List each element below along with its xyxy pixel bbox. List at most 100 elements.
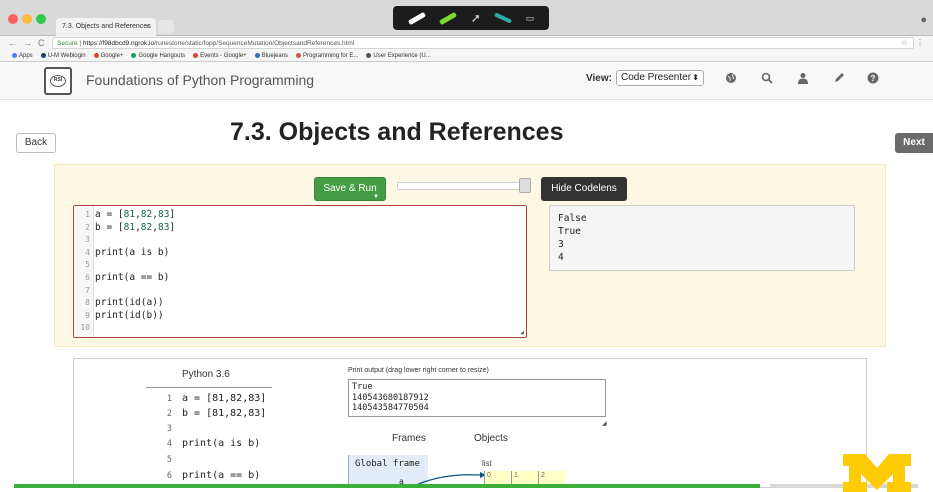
tab-close-icon[interactable]: ×: [145, 18, 150, 36]
pen-green-icon[interactable]: [439, 11, 458, 25]
code-text: b = [81,82,83]: [182, 408, 267, 419]
resize-handle-icon[interactable]: ◢: [520, 329, 524, 336]
bookmark-item[interactable]: Events - Google+: [193, 50, 247, 61]
line-number: 4: [85, 247, 90, 257]
url-path: /runestone/static/fopp/SequenceMutation/…: [154, 40, 355, 47]
page-title: 7.3. Objects and References: [230, 118, 564, 146]
print-output-box[interactable]: True 140543680187912 140543584770504: [348, 379, 606, 417]
bookmark-item[interactable]: Bluejeans: [254, 50, 289, 61]
code-line: 10: [74, 322, 95, 335]
objects-heading: Objects: [474, 433, 508, 444]
profile-icon[interactable]: ●: [920, 14, 927, 26]
pointer-icon[interactable]: ➚: [471, 11, 481, 25]
code-text: print(id(a)): [95, 297, 164, 309]
umich-block-m-logo: [843, 454, 911, 492]
frames-heading: Frames: [392, 433, 426, 444]
code-line: 5: [74, 259, 95, 272]
browser-nav-icons[interactable]: ←→C: [8, 36, 51, 50]
bookmark-icon: [93, 52, 99, 58]
url-host: https://f98dbcd9.ngrok.io: [82, 40, 155, 47]
next-button[interactable]: Next: [895, 133, 933, 153]
help-icon[interactable]: ?: [866, 72, 880, 86]
viz-code-line: 2 b = [81,82,83]: [160, 406, 266, 422]
new-tab-button[interactable]: [158, 20, 174, 34]
bookmark-label: Programming for E...: [303, 53, 359, 59]
bookmark-icon: [12, 52, 17, 58]
secure-label: Secure: [57, 40, 78, 47]
object-type-label: list: [482, 459, 492, 468]
pencil-icon[interactable]: [832, 72, 846, 86]
maximize-window-icon[interactable]: [36, 14, 46, 24]
bookmark-label: U-M Weblogin: [47, 53, 86, 59]
view-label: View:: [586, 73, 612, 84]
line-number: 1: [85, 210, 90, 219]
bookmark-label: User Experience (U...: [373, 53, 431, 59]
bookmark-item[interactable]: User Experience (U...: [366, 50, 431, 61]
bookmark-icon: [254, 52, 260, 58]
code-text: print(id(b)): [95, 309, 164, 321]
bookmark-icon: [131, 52, 137, 58]
code-line: 4 print(a is b): [74, 247, 169, 260]
code-text: print(a == b): [182, 470, 261, 481]
viz-code-line: 3: [160, 421, 182, 437]
line-number: 1: [166, 394, 172, 404]
global-frame-label: Global frame: [355, 459, 421, 469]
code-line: 6 print(a == b): [74, 272, 169, 285]
line-number: 10: [80, 323, 90, 333]
code-line: 1 a = [81,82,83]: [74, 209, 175, 222]
eraser-icon[interactable]: ▭: [526, 13, 535, 24]
video-progress-bar[interactable]: [14, 484, 760, 488]
code-line: 9 print(id(b)): [74, 309, 164, 323]
browser-tab[interactable]: 7.3. Objects and References ×: [56, 18, 156, 36]
hide-codelens-button[interactable]: Hide Codelens: [541, 177, 627, 201]
close-window-icon[interactable]: [8, 14, 18, 24]
highlighter-icon[interactable]: [494, 12, 513, 24]
divider: [146, 387, 272, 388]
search-icon[interactable]: [760, 72, 774, 86]
view-select[interactable]: Code Presenter ⬍: [616, 70, 704, 86]
pen-white-icon[interactable]: [407, 11, 426, 25]
runestone-logo[interactable]: RSI: [44, 67, 72, 95]
code-text: print(a is b): [95, 246, 170, 258]
bookmark-item[interactable]: Google+: [93, 50, 124, 61]
line-number: 8: [85, 298, 90, 308]
viz-code-line: 4 print(a is b): [160, 436, 260, 452]
bookmark-label: Events - Google+: [200, 53, 247, 59]
code-text: b = [81,82,83]: [95, 221, 176, 233]
url-input[interactable]: Secure | https://f98dbcd9.ngrok.io/runes…: [52, 37, 914, 49]
back-button[interactable]: Back: [16, 133, 56, 153]
annotation-toolbar: ➚ ▭: [393, 6, 549, 30]
star-icon[interactable]: ☆ ⋮: [901, 36, 927, 50]
code-editor[interactable]: 1 a = [81,82,83] 2 b = [81,82,83] 3 4 print…: [73, 205, 527, 338]
bookmark-item[interactable]: Google Hangouts: [131, 50, 185, 61]
line-number: 5: [85, 260, 90, 270]
code-text: a = [81,82,83]: [182, 393, 267, 404]
bookmark-item[interactable]: Apps: [12, 50, 33, 61]
code-line: 2 b = [81,82,83]: [74, 222, 175, 235]
browser-tab-bar: 7.3. Objects and References × ➚ ▭ ●: [0, 0, 933, 36]
history-slider-handle[interactable]: [519, 178, 531, 193]
minimize-window-icon[interactable]: [22, 14, 32, 24]
program-output: False True 3 4: [549, 205, 855, 271]
address-bar: ←→C Secure | https://f98dbcd9.ngrok.io/r…: [0, 36, 933, 50]
history-slider-track[interactable]: [397, 182, 531, 190]
logo-text: RSI: [50, 75, 66, 87]
site-title[interactable]: Foundations of Python Programming: [86, 72, 314, 88]
bookmark-item[interactable]: U-M Weblogin: [40, 50, 86, 61]
bookmark-icon: [40, 52, 46, 58]
python-version: Python 3.6: [182, 369, 230, 380]
user-icon[interactable]: [796, 72, 810, 86]
bookmark-label: Google+: [100, 53, 124, 59]
resize-handle-icon[interactable]: ◢: [602, 420, 607, 427]
bookmark-item[interactable]: Programming for E...: [296, 50, 358, 61]
svg-text:?: ?: [871, 74, 876, 83]
bookmark-label: Bluejeans: [261, 53, 289, 59]
line-number: 6: [166, 471, 172, 481]
globe-icon[interactable]: [724, 72, 738, 86]
save-run-button[interactable]: Save & Run ▼: [314, 177, 386, 201]
tab-title: 7.3. Objects and References: [62, 23, 151, 30]
line-number: 3: [166, 424, 172, 434]
save-run-label: Save & Run: [323, 183, 377, 194]
